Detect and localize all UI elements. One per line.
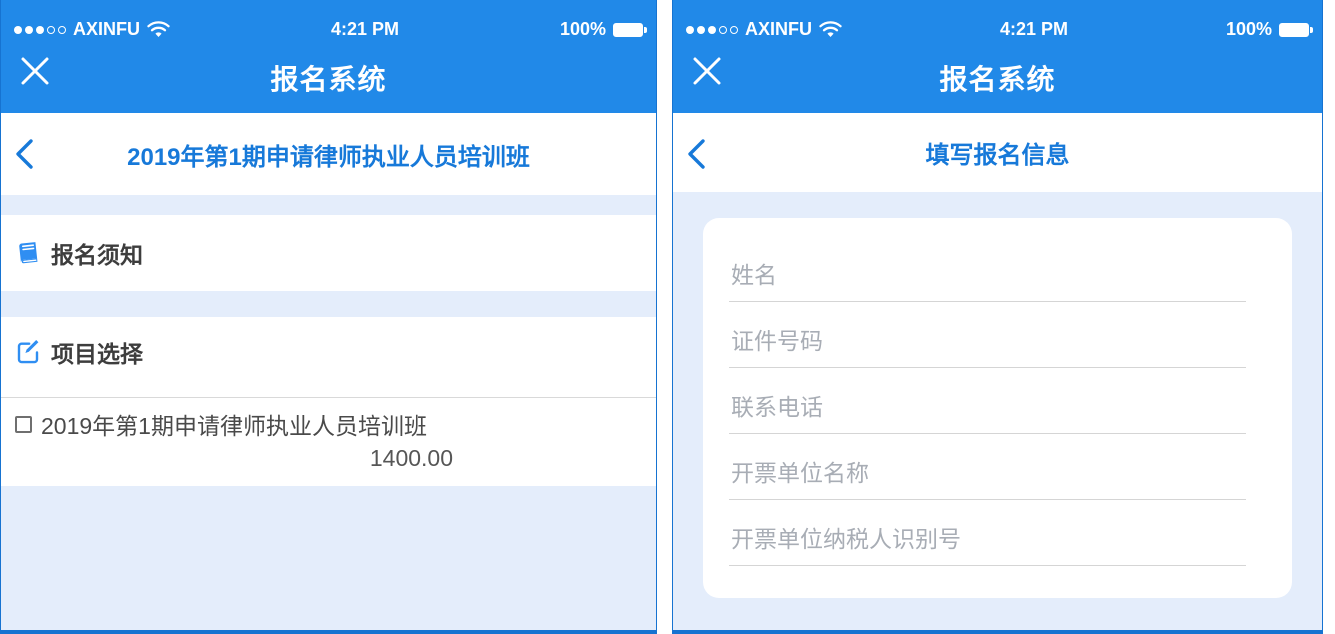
page-title-bar: 填写报名信息 — [673, 113, 1322, 192]
wifi-icon — [819, 21, 842, 38]
page-title: 2019年第1期申请律师执业人员培训班 — [127, 137, 530, 172]
section-spacer — [1, 291, 656, 317]
form-field — [729, 500, 1246, 566]
status-left: AXINFU — [686, 19, 842, 40]
nav-bar: 报名系统 — [673, 42, 1322, 113]
book-icon — [15, 240, 41, 266]
carrier-label: AXINFU — [73, 19, 140, 40]
course-checkbox[interactable] — [15, 416, 32, 433]
app-header: AXINFU 4:21 PM 100% — [1, 0, 656, 113]
form-background — [673, 192, 1322, 630]
status-bar: AXINFU 4:21 PM 100% — [673, 0, 1322, 42]
course-label: 2019年第1期申请律师执业人员培训班 — [41, 407, 427, 441]
form-field — [729, 434, 1246, 500]
invoice-taxpayer-id-field[interactable] — [729, 526, 1246, 566]
project-section-header: 项目选择 — [1, 335, 656, 369]
invoice-company-name-field[interactable] — [729, 460, 1246, 500]
close-icon[interactable] — [16, 52, 54, 90]
status-right: 100% — [1226, 19, 1309, 40]
clock-label: 4:21 PM — [1000, 19, 1068, 40]
course-option-row[interactable]: 2019年第1期申请律师执业人员培训班 — [1, 398, 656, 441]
name-field[interactable] — [729, 262, 1246, 302]
notice-section[interactable]: 报名须知 — [1, 215, 656, 291]
status-left: AXINFU — [14, 19, 170, 40]
nav-title: 报名系统 — [939, 58, 1055, 98]
clock-label: 4:21 PM — [331, 19, 399, 40]
section-spacer — [1, 195, 656, 215]
app-header: AXINFU 4:21 PM 100% — [673, 0, 1322, 113]
phone-field[interactable] — [729, 394, 1246, 434]
empty-area — [1, 486, 656, 630]
signal-strength-icon — [14, 26, 66, 34]
battery-percent-label: 100% — [1226, 19, 1272, 40]
battery-icon — [613, 23, 643, 37]
page-title: 填写报名信息 — [926, 135, 1070, 170]
course-price: 1400.00 — [1, 441, 453, 486]
page-title-bar: 2019年第1期申请律师执业人员培训班 — [1, 113, 656, 195]
project-section-label: 项目选择 — [51, 335, 143, 369]
status-right: 100% — [560, 19, 643, 40]
nav-title: 报名系统 — [270, 58, 386, 98]
form-field — [729, 368, 1246, 434]
chevron-left-icon[interactable] — [683, 137, 709, 171]
signal-strength-icon — [686, 26, 738, 34]
id-number-field[interactable] — [729, 328, 1246, 368]
project-section: 项目选择 2019年第1期申请律师执业人员培训班 1400.00 — [1, 317, 656, 486]
edit-icon — [15, 339, 41, 365]
right-phone-screen: AXINFU 4:21 PM 100% — [672, 0, 1323, 634]
carrier-label: AXINFU — [745, 19, 812, 40]
battery-percent-label: 100% — [560, 19, 606, 40]
registration-form-card — [703, 218, 1292, 598]
nav-bar: 报名系统 — [1, 42, 656, 113]
form-field — [729, 302, 1246, 368]
form-field — [729, 236, 1246, 302]
wifi-icon — [147, 21, 170, 38]
close-icon[interactable] — [688, 52, 726, 90]
chevron-left-icon[interactable] — [11, 137, 37, 171]
battery-icon — [1279, 23, 1309, 37]
screenshot-pair: AXINFU 4:21 PM 100% — [0, 0, 1335, 634]
notice-section-label: 报名须知 — [51, 236, 143, 270]
status-bar: AXINFU 4:21 PM 100% — [1, 0, 656, 42]
left-phone-screen: AXINFU 4:21 PM 100% — [0, 0, 657, 634]
